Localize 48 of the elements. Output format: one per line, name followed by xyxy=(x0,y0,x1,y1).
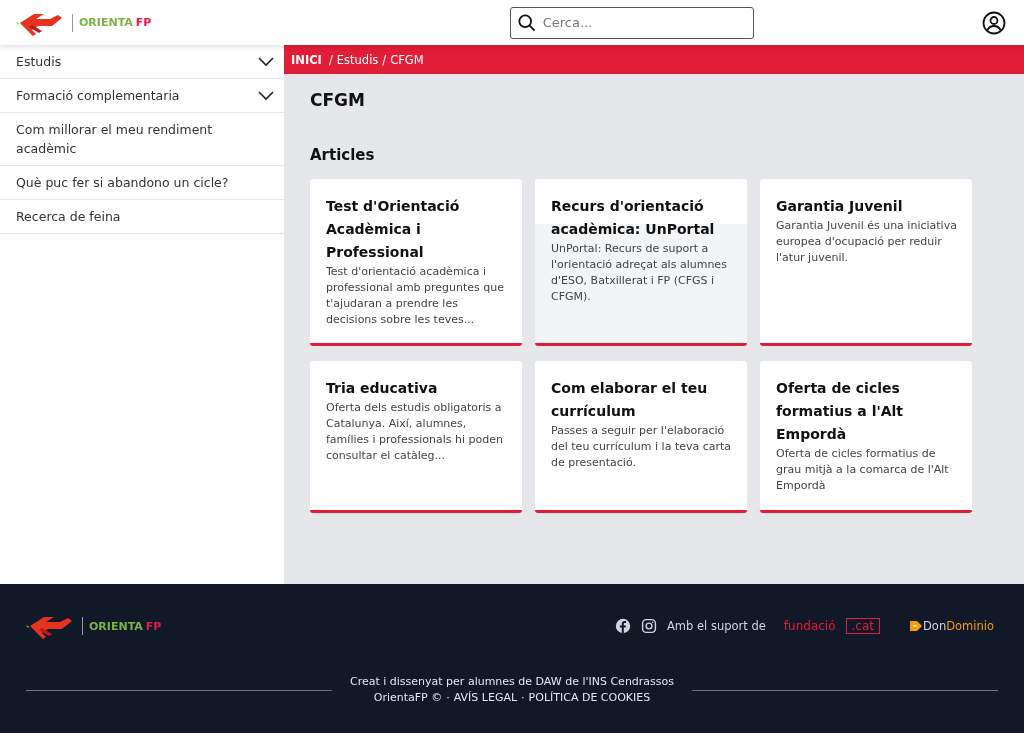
section-title: Articles xyxy=(310,146,376,164)
sponsor-badge[interactable]: .cat xyxy=(845,618,880,634)
separator-dot: · xyxy=(446,690,450,706)
article-title: Recurs d'orientació acadèmica: UnPortal xyxy=(551,197,716,239)
breadcrumb-link[interactable]: CFGM xyxy=(390,52,424,67)
search-field[interactable]: Cerca... xyxy=(509,6,754,39)
sponsor-name[interactable]: Don xyxy=(923,619,947,633)
logo-text[interactable]: ORIENTA xyxy=(89,619,143,633)
chevron-down-icon xyxy=(258,90,274,101)
sponsor-name[interactable]: fundació xyxy=(783,619,836,633)
article-title: Tria educativa xyxy=(326,379,439,398)
sidebar-item[interactable]: Estudis xyxy=(0,45,284,79)
facebook-icon[interactable] xyxy=(615,618,631,634)
credit-text: Creat i dissenyat per alumnes de DAW de l'INS Cendrassos xyxy=(350,674,675,690)
copyright-text: OrientaFP © xyxy=(373,690,443,706)
article-card[interactable]: Oferta de cicles formatius a l'Alt Empordà Oferta de cicles formatius de grau mitjà a la comarca de l'Alt Empordà xyxy=(760,361,972,513)
article-card[interactable]: Recurs d'orientació acadèmica: UnPortal UnPortal: Recurs de suport a l'orientació adreçat als alumnes d'ESO, Batxillerat i FP (CFGS i CFGM). xyxy=(535,179,747,346)
article-card[interactable]: Com elaborar el teu currículum Passes a seguir per l'elaboració del teu currículum i la teva carta de presentació. xyxy=(535,361,747,513)
chevron-down-icon xyxy=(258,56,274,67)
sidebar-item[interactable]: Formació complementaria xyxy=(0,79,284,113)
logo-text[interactable]: FP xyxy=(135,16,152,29)
article-text: Passes a seguir per l'elaboració del teu currículum i la teva carta de presentació. xyxy=(551,423,733,471)
breadcrumb-separator: / xyxy=(382,52,387,67)
article-title: Garantia Juvenil xyxy=(776,197,904,216)
page-title: CFGM xyxy=(310,90,366,110)
support-label: Amb el suport de xyxy=(667,619,766,633)
separator-dot: · xyxy=(521,690,525,706)
logo-text[interactable]: FP xyxy=(145,619,162,633)
breadcrumb-separator: / xyxy=(328,52,333,67)
article-text: Test d'orientació acadèmica i professional amb preguntes que t'ajudaran a prendre les decisions sobre les teves... xyxy=(326,264,506,328)
article-title: Com elaborar el teu currículum xyxy=(551,379,709,421)
article-title: Oferta de cicles formatius a l'Alt Empordà xyxy=(776,379,905,444)
article-text: Garantia Juvenil és una iniciativa europea d'ocupació per reduir l'atur juvenil. xyxy=(776,218,958,266)
article-text: UnPortal: Recurs de suport a l'orientació adreçat als alumnes d'ESO, Batxillerat i FP (CFGS i CFGM). xyxy=(551,241,728,305)
footer-link[interactable]: POLÍTICA DE COOKIES xyxy=(528,690,651,706)
breadcrumb-link[interactable]: Estudis xyxy=(336,52,379,67)
article-text: Oferta dels estudis obligatoris a Catalunya. Així, alumnes, famílies i professionals hi poden consultar el catàleg... xyxy=(326,400,504,464)
breadcrumb-link[interactable]: INICI xyxy=(291,52,322,67)
article-card[interactable]: Test d'Orientació Acadèmica i Professional Test d'orientació acadèmica i professional amb preguntes que t'ajudaran a prendre les decisions sobre les teves... xyxy=(310,179,522,346)
article-card[interactable]: Tria educativa Oferta dels estudis obligatoris a Catalunya. Així, alumnes, famílies i professionals hi poden consultar el catàleg... xyxy=(310,361,522,513)
article-title: Test d'Orientació Acadèmica i Professional xyxy=(326,197,461,262)
footer-link[interactable]: AVÍS LEGAL xyxy=(453,690,518,706)
user-icon[interactable] xyxy=(982,10,1006,35)
sponsor-logo-icon xyxy=(910,621,922,631)
instagram-icon[interactable] xyxy=(641,618,657,634)
article-text: Oferta de cicles formatius de grau mitjà a la comarca de l'Alt Empordà xyxy=(776,446,950,494)
article-card[interactable]: Garantia Juvenil Garantia Juvenil és una iniciativa europea d'ocupació per reduir l'atur juvenil. xyxy=(760,179,972,346)
sponsor-name[interactable]: Dominio xyxy=(946,619,994,633)
